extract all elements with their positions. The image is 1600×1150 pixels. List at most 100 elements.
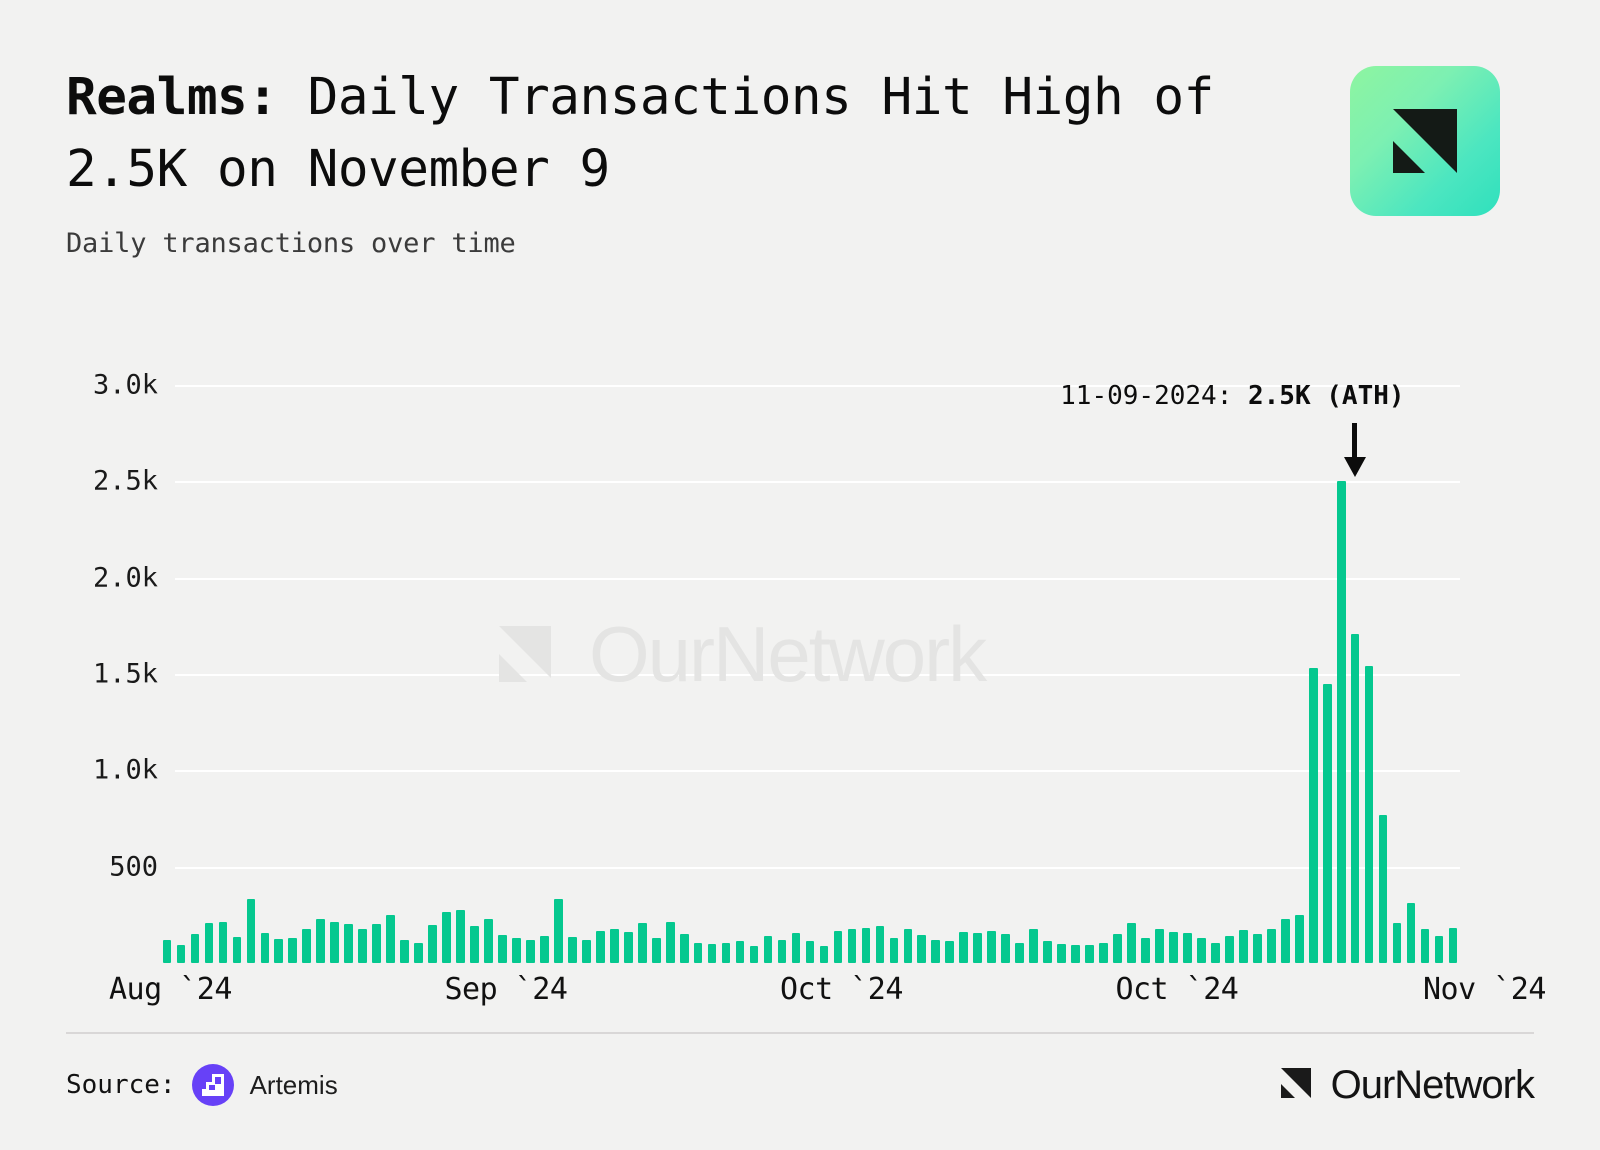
ath-annotation: 11-09-2024: 2.5K (ATH)	[1060, 381, 1404, 411]
bar	[470, 926, 479, 963]
bar	[651, 937, 661, 963]
bar	[665, 921, 675, 963]
bar	[1141, 937, 1150, 963]
bar	[344, 924, 354, 963]
bar	[526, 939, 535, 963]
y-axis-tick-label: 500	[109, 851, 158, 883]
bar	[428, 925, 437, 963]
bar	[861, 928, 871, 963]
y-axis-tick-label: 2.5k	[92, 465, 158, 497]
bar	[456, 910, 465, 963]
bar	[176, 944, 186, 963]
y-axis-tick-label: 2.0k	[92, 562, 158, 594]
bar	[1113, 934, 1122, 963]
bar	[1364, 666, 1374, 963]
bar	[987, 931, 997, 963]
bar	[1406, 903, 1416, 963]
bar	[1252, 934, 1262, 963]
bar	[372, 923, 381, 963]
bar	[1197, 937, 1206, 963]
bar	[609, 929, 619, 963]
bar	[218, 921, 228, 963]
annotation-value: 2.5K (ATH)	[1248, 381, 1405, 412]
bar	[735, 940, 745, 963]
bar	[1350, 633, 1360, 963]
y-axis-tick-label: 1.5k	[92, 658, 158, 690]
bar	[1392, 922, 1402, 963]
bar	[1294, 914, 1304, 963]
bar	[1448, 928, 1458, 963]
y-axis-tick-label: 3.0k	[92, 369, 158, 401]
bar	[400, 939, 409, 963]
bar	[1225, 936, 1234, 963]
bar	[763, 936, 773, 963]
bar	[833, 931, 843, 963]
bar-series	[160, 385, 1460, 963]
bar	[302, 929, 312, 963]
bar	[693, 942, 703, 963]
y-axis-tick-label: 1.0k	[92, 754, 158, 786]
bar	[1071, 944, 1080, 963]
brand-footer: OurNetwork	[1279, 1062, 1535, 1108]
bar	[1211, 942, 1220, 963]
bar	[721, 942, 731, 963]
bar	[791, 933, 801, 963]
bar	[1280, 918, 1290, 963]
bar	[246, 899, 256, 963]
bar	[414, 942, 423, 963]
bar	[1336, 481, 1346, 963]
bar	[1434, 936, 1444, 963]
bar	[847, 929, 857, 963]
bar	[1001, 934, 1011, 963]
bar	[554, 899, 563, 963]
footer: Source: Artemis OurNetwork	[66, 1055, 1535, 1115]
bar	[386, 914, 395, 963]
bar	[358, 929, 367, 963]
x-axis-tick-label: Oct `24	[1115, 972, 1239, 1007]
bar	[959, 932, 969, 963]
bar	[568, 937, 577, 963]
bar	[1155, 929, 1164, 963]
bar	[1029, 929, 1038, 963]
bar	[540, 936, 549, 963]
bar	[1266, 929, 1276, 963]
x-axis-tick-label: Nov `24	[1422, 972, 1546, 1007]
bar	[512, 937, 521, 963]
bar	[162, 939, 172, 963]
bar	[1099, 942, 1108, 963]
bar	[1183, 933, 1192, 963]
bar	[819, 945, 829, 963]
x-axis-tick-label: Sep `24	[444, 972, 568, 1007]
bar	[1015, 942, 1024, 963]
bar	[204, 922, 214, 963]
bar	[749, 945, 759, 963]
bar	[875, 926, 885, 963]
bar	[777, 939, 787, 963]
source-name: Artemis	[249, 1069, 338, 1100]
bar	[330, 921, 340, 963]
bar	[945, 940, 955, 963]
bar	[232, 937, 242, 963]
bar	[1169, 932, 1178, 963]
bar	[484, 918, 493, 963]
bar	[931, 939, 941, 963]
brand-footer-text: OurNetwork	[1330, 1063, 1535, 1107]
bar	[498, 935, 507, 963]
bar	[190, 934, 200, 963]
x-axis-tick-label: Oct `24	[779, 972, 903, 1007]
chart-page: Realms: Daily Transactions Hit High of 2…	[0, 0, 1600, 1150]
bar	[917, 935, 927, 963]
bar	[595, 931, 605, 963]
source-label: Source:	[66, 1070, 176, 1100]
bar	[316, 918, 326, 963]
bar	[1420, 929, 1430, 963]
down-arrow-icon	[1342, 423, 1368, 483]
bar	[1308, 668, 1318, 963]
ournetwork-mark-icon	[1279, 1062, 1321, 1108]
bar	[623, 932, 633, 963]
bar	[1127, 922, 1136, 963]
bar	[889, 937, 899, 963]
bar	[1043, 940, 1052, 963]
artemis-logo-icon	[191, 1064, 234, 1106]
bar	[1057, 943, 1066, 963]
